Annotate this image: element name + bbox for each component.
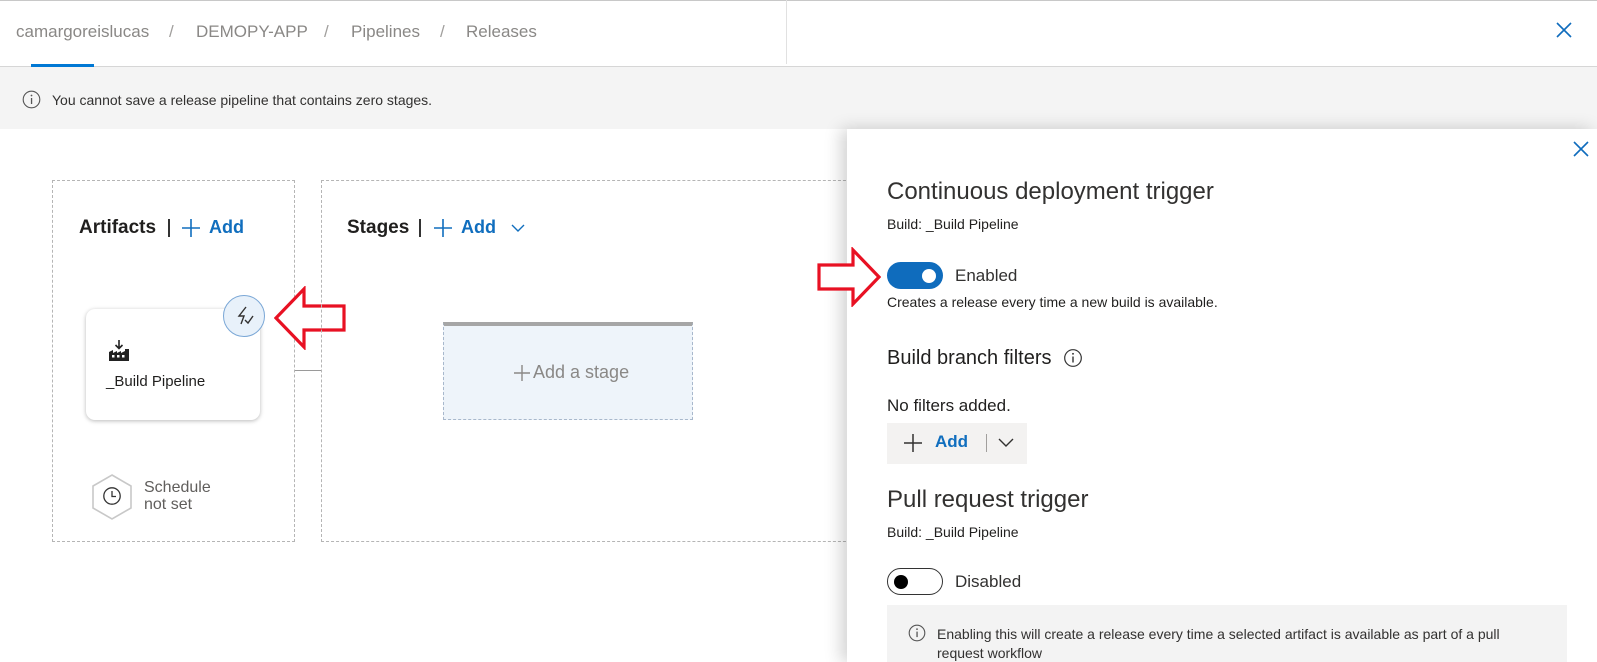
connector-line (295, 370, 322, 371)
info-icon (22, 90, 41, 109)
artifacts-add-button[interactable]: Add (181, 217, 244, 238)
pr-note-line-1: Enabling this will create a release ever… (937, 626, 1500, 642)
breadcrumb-separator: / (324, 22, 329, 41)
lightning-trigger-icon (237, 306, 254, 325)
branch-filters-empty: No filters added. (887, 396, 1011, 415)
breadcrumb-separator: / (440, 22, 445, 41)
clock-icon (103, 487, 121, 505)
breadcrumb-separator: / (169, 22, 174, 41)
divider (419, 219, 421, 237)
schedule-line-1[interactable]: Schedule (144, 479, 211, 496)
plus-icon (434, 218, 452, 237)
panel-close-icon[interactable] (1573, 141, 1589, 157)
stages-add-label: Add (461, 217, 496, 237)
plus-icon (904, 434, 922, 452)
stages-add-button[interactable]: Add (433, 217, 526, 238)
toggle-knob (922, 268, 936, 283)
artifacts-title: Artifacts (79, 217, 157, 238)
pr-note-line-2: request workflow (937, 645, 1043, 661)
stages-title: Stages (347, 217, 410, 238)
close-icon[interactable] (1556, 22, 1572, 38)
breadcrumb-item-releases[interactable]: Releases (466, 22, 537, 42)
split-divider (986, 434, 987, 452)
cd-toggle-label: Enabled (955, 266, 1018, 285)
info-icon (908, 624, 926, 642)
breadcrumb-item-project[interactable]: DEMOPY-APP (196, 22, 308, 42)
panel-title: Continuous deployment trigger (887, 178, 1214, 205)
artifact-name: _Build Pipeline (106, 373, 206, 390)
pr-toggle-label: Disabled (955, 572, 1022, 591)
build-artifact-icon (109, 340, 129, 361)
breadcrumb-item-pipelines[interactable]: Pipelines (351, 22, 420, 42)
add-stage-label: Add a stage (533, 362, 630, 382)
add-stage-label-group: Add a stage (513, 362, 629, 383)
info-icon[interactable] (1063, 348, 1083, 368)
annotation-arrow-right-icon (817, 247, 881, 307)
plus-icon (182, 218, 200, 237)
cd-description: Creates a release every time a new build… (887, 294, 1218, 310)
chevron-down-icon (511, 224, 525, 232)
artifacts-add-label: Add (209, 217, 244, 237)
plus-icon (514, 364, 530, 381)
branch-filters-title: Build branch filters (887, 347, 1052, 369)
pr-build-line: Build: _Build Pipeline (887, 524, 1019, 540)
breadcrumb-item-org[interactable]: camargoreislucas (16, 22, 149, 42)
toggle-knob (894, 574, 908, 589)
chevron-down-icon[interactable] (997, 437, 1015, 448)
schedule-line-2[interactable]: not set (144, 496, 192, 513)
pr-trigger-title: Pull request trigger (887, 486, 1089, 513)
cd-enabled-toggle[interactable] (887, 262, 943, 289)
pr-disabled-toggle[interactable] (887, 568, 943, 595)
divider (168, 219, 170, 237)
banner-message: You cannot save a release pipeline that … (52, 92, 433, 108)
cd-build-line: Build: _Build Pipeline (887, 216, 1019, 232)
branch-filter-add-label: Add (935, 432, 969, 451)
